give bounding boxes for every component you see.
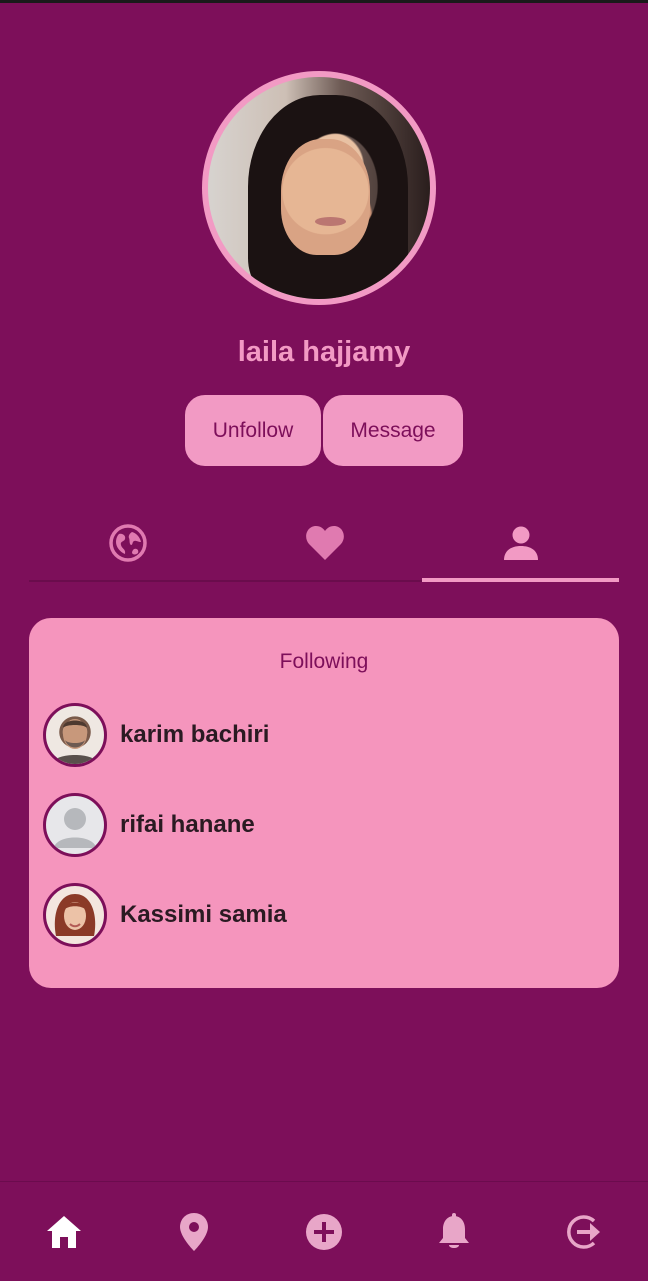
message-button[interactable]: Message: [321, 393, 465, 468]
home-icon: [47, 1216, 81, 1248]
tab-posts[interactable]: [29, 505, 226, 581]
nav-home[interactable]: [44, 1210, 84, 1254]
following-name: Kassimi samia: [120, 901, 287, 928]
following-title: Following: [279, 650, 369, 673]
nav-logout[interactable]: [564, 1210, 604, 1254]
profile-photo-face: [281, 139, 371, 255]
following-card: Following karim bachiri rifai hanane Kas…: [29, 618, 619, 988]
tab-likes[interactable]: [226, 505, 423, 581]
following-name: rifai hanane: [120, 811, 255, 838]
heart-icon: [305, 526, 344, 560]
avatar[interactable]: [43, 793, 107, 857]
person-icon: [503, 526, 538, 560]
following-name: karim bachiri: [120, 721, 270, 748]
following-list-item[interactable]: rifai hanane: [43, 792, 603, 858]
tab-following[interactable]: [422, 505, 619, 581]
profile-photo: [208, 77, 430, 299]
profile-name: laila hajjamy: [237, 336, 411, 368]
bell-icon: [439, 1213, 469, 1248]
following-list-item[interactable]: Kassimi samia: [43, 882, 603, 948]
following-list-item[interactable]: karim bachiri: [43, 702, 603, 768]
profile-avatar[interactable]: [202, 71, 436, 305]
add-circle-icon: [306, 1214, 342, 1250]
avatar[interactable]: [43, 703, 107, 767]
nav-notifications[interactable]: [434, 1210, 474, 1254]
tab-active-indicator: [422, 578, 619, 582]
nav-add[interactable]: [304, 1210, 344, 1254]
avatar-photo-icon: [54, 894, 96, 936]
profile-photo-mouth: [314, 216, 346, 226]
globe-icon: [108, 524, 147, 562]
unfollow-button[interactable]: Unfollow: [183, 393, 323, 468]
default-avatar-icon: [54, 808, 96, 848]
avatar[interactable]: [43, 883, 107, 947]
nav-location[interactable]: [174, 1210, 214, 1254]
status-bar-edge: [0, 0, 648, 3]
location-pin-icon: [180, 1213, 208, 1251]
avatar-photo-icon: [52, 719, 98, 764]
bottom-navigation: [0, 1181, 648, 1281]
profile-tabs: [29, 505, 619, 583]
logout-icon: [567, 1215, 600, 1249]
